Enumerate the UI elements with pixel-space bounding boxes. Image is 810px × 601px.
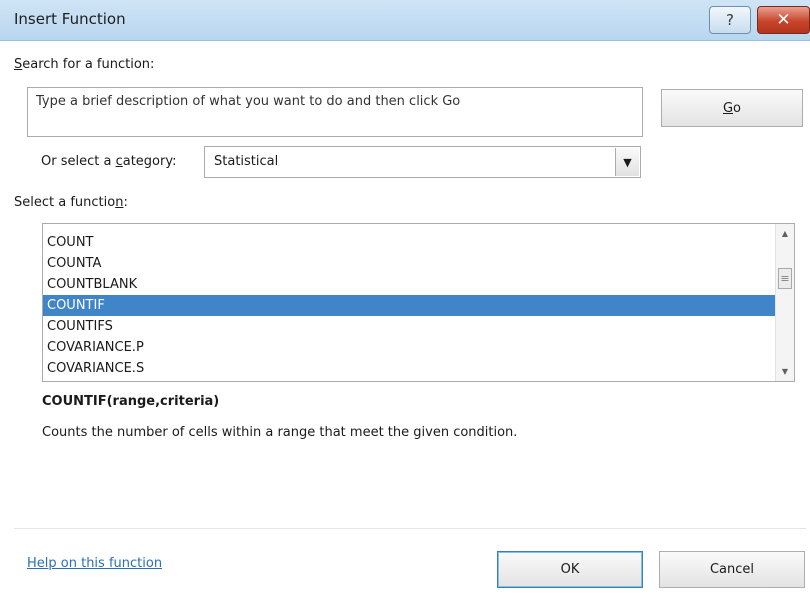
go-label-post: o (733, 100, 742, 116)
help-button[interactable]: ? (709, 6, 751, 34)
function-item-covariance-p[interactable]: COVARIANCE.P (43, 337, 776, 358)
chevron-down-icon: ▼ (623, 155, 632, 169)
function-list-scrollbar[interactable]: ▲ ≡ ▼ (775, 224, 794, 381)
go-button[interactable]: Go (661, 89, 803, 127)
ok-button[interactable]: OK (497, 551, 643, 588)
grip-icon: ≡ (780, 272, 790, 285)
close-button[interactable]: ✕ (757, 6, 810, 34)
insert-function-dialog: Insert Function ? ✕ Search for a functio… (0, 0, 810, 601)
footer-divider (14, 528, 806, 529)
search-label-text-post: earch for a function: (22, 57, 155, 72)
function-list[interactable]: COUNT COUNTA COUNTBLANK COUNTIF COUNTIFS… (42, 223, 795, 382)
close-icon: ✕ (776, 10, 791, 30)
function-item-counta[interactable]: COUNTA (43, 253, 776, 274)
category-label: Or select a category: (41, 154, 176, 169)
function-item-countblank[interactable]: COUNTBLANK (43, 274, 776, 295)
dropdown-arrow-button[interactable]: ▼ (615, 148, 639, 176)
function-list-label: Select a function: (14, 195, 128, 210)
category-label-pre: Or select a (41, 154, 116, 169)
help-on-function-link[interactable]: Help on this function (27, 556, 162, 571)
category-label-post: ategory: (122, 154, 177, 169)
function-label-post: : (123, 195, 128, 210)
scroll-thumb[interactable]: ≡ (778, 268, 792, 289)
scroll-down-arrow-icon[interactable]: ▼ (776, 362, 794, 381)
title-bar[interactable]: Insert Function ? ✕ (0, 0, 810, 41)
search-label: Search for a function: (14, 57, 154, 72)
function-item-countif[interactable]: COUNTIF (43, 295, 776, 316)
dialog-title: Insert Function (14, 10, 126, 28)
function-description: Counts the number of cells within a rang… (42, 425, 518, 440)
category-selected-value: Statistical (214, 154, 279, 169)
function-item-count[interactable]: COUNT (43, 232, 776, 253)
category-dropdown[interactable]: Statistical ▼ (204, 146, 641, 178)
cancel-button[interactable]: Cancel (659, 551, 805, 588)
function-item-covariance-s[interactable]: COVARIANCE.S (43, 358, 776, 379)
search-input[interactable]: Type a brief description of what you wan… (27, 87, 643, 137)
question-mark-icon: ? (726, 11, 734, 29)
function-label-pre: Select a functio (14, 195, 116, 210)
category-label-accelerator: c (115, 154, 123, 169)
function-item-countifs[interactable]: COUNTIFS (43, 316, 776, 337)
function-signature: COUNTIF(range,criteria) (42, 394, 220, 409)
scroll-up-arrow-icon[interactable]: ▲ (776, 224, 794, 243)
go-label-accelerator: G (722, 100, 734, 116)
